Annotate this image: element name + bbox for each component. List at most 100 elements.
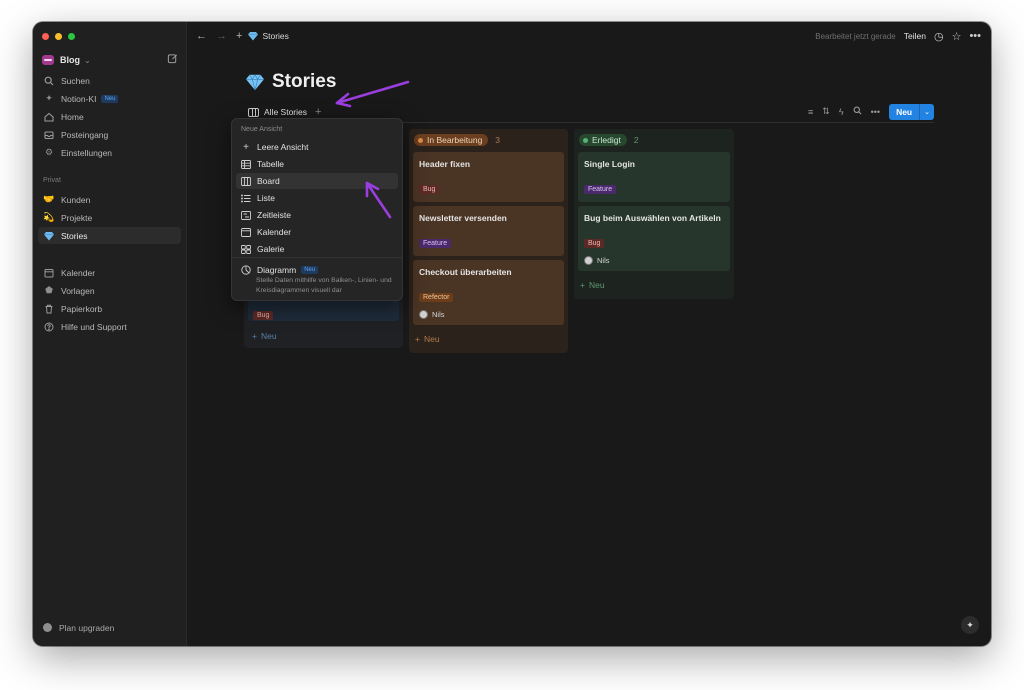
filter-icon[interactable]: ≡ <box>808 107 813 117</box>
menu-divider <box>232 257 402 258</box>
forward-arrow-icon[interactable]: → <box>216 30 227 42</box>
card-title: Bug beim Auswählen von Artikeln <box>584 213 721 223</box>
gear-icon: ⚙ <box>44 147 54 157</box>
status-badge[interactable]: Erledigt <box>579 134 627 146</box>
sidebar-item-label: Suchen <box>61 75 90 86</box>
tag-bug: Bug <box>253 311 274 320</box>
clock-icon[interactable]: ◷ <box>934 30 944 43</box>
zoom-window-button[interactable] <box>68 33 75 40</box>
page-title: Stories <box>246 71 336 93</box>
menu-item-gallery[interactable]: Galerie <box>236 241 398 257</box>
plus-icon: + <box>415 334 420 344</box>
card-title: Checkout überarbeiten <box>419 267 512 277</box>
ai-assistant-button[interactable]: ✦ <box>961 616 979 634</box>
window-controls <box>42 33 75 40</box>
new-entry-button[interactable]: Neu ⌄ <box>889 103 934 120</box>
add-card-button[interactable]: + Neu <box>250 326 279 346</box>
automation-icon[interactable]: ϟ <box>839 107 844 117</box>
workspace-switcher[interactable]: Blog ⌄ <box>42 52 178 68</box>
upgrade-plan-button[interactable]: Plan upgraden <box>38 619 181 636</box>
sort-icon[interactable]: ⇅ <box>822 106 830 117</box>
gem-icon <box>43 230 55 242</box>
menu-item-list[interactable]: Liste <box>236 190 398 206</box>
board-column-done: Erledigt 2 Single Login Feature Bug beim… <box>574 129 734 299</box>
new-page-icon[interactable] <box>167 53 178 64</box>
board-icon <box>241 176 251 186</box>
new-badge: Neu <box>301 266 319 274</box>
sidebar-item-label: Notion-KI <box>61 93 97 104</box>
sidebar-item-label: Home <box>61 111 84 122</box>
comet-icon: 💫 <box>43 212 55 222</box>
add-card-label: Neu <box>588 280 605 290</box>
plus-icon: + <box>580 280 585 290</box>
board-card[interactable]: Newsletter versenden Feature <box>413 206 564 256</box>
board-card[interactable]: Checkout überarbeiten Refector Nils <box>413 260 564 325</box>
sidebar-item-projekte[interactable]: 💫 Projekte <box>38 209 181 226</box>
sidebar-item-inbox[interactable]: Posteingang <box>38 126 181 143</box>
sidebar-item-label: Kalender <box>61 267 96 278</box>
app-window: Blog ⌄ Suchen ✦ Notion-KI Neu Home Poste… <box>33 22 991 646</box>
menu-item-label: Liste <box>257 193 275 203</box>
trash-icon <box>43 303 55 315</box>
menu-item-board[interactable]: Board <box>236 173 398 189</box>
gem-icon <box>248 32 259 41</box>
board-column-in-progress: In Bearbeitung 3 Header fixen Bug Newsle… <box>409 129 568 353</box>
new-badge: Neu <box>101 94 119 103</box>
sidebar-item-settings[interactable]: ⚙ Einstellungen <box>38 144 181 161</box>
new-button-label[interactable]: Neu <box>889 103 920 120</box>
menu-item-table[interactable]: Tabelle <box>236 156 398 172</box>
column-header: Erledigt 2 <box>578 133 730 147</box>
add-card-button[interactable]: + Neu <box>413 329 564 349</box>
column-header: In Bearbeitung 3 <box>413 133 564 147</box>
minimize-window-button[interactable] <box>55 33 62 40</box>
status-label: Erledigt <box>592 135 621 145</box>
star-icon[interactable]: ☆ <box>952 30 962 43</box>
sidebar-item-templates[interactable]: ⬟ Vorlagen <box>38 282 181 299</box>
breadcrumb-label: Stories <box>262 31 289 41</box>
menu-item-calendar[interactable]: Kalender <box>236 224 398 240</box>
home-icon <box>43 111 55 123</box>
menu-item-timeline[interactable]: Zeitleiste <box>236 207 398 223</box>
add-card-button[interactable]: + Neu <box>578 275 730 295</box>
more-icon[interactable]: ••• <box>871 107 880 117</box>
sidebar-item-help[interactable]: Hilfe und Support <box>38 318 181 335</box>
sparkle-icon: ✦ <box>45 93 53 103</box>
sidebar-item-label: Stories <box>61 230 88 241</box>
new-view-menu: Neue Ansicht + Leere Ansicht Tabelle Boa… <box>231 118 403 301</box>
menu-item-empty-view[interactable]: + Leere Ansicht <box>236 139 398 155</box>
search-icon[interactable] <box>853 106 862 117</box>
tag-feature: Feature <box>419 239 452 248</box>
status-badge[interactable]: In Bearbeitung <box>414 134 489 146</box>
new-tab-plus-icon[interactable]: + <box>236 30 242 42</box>
search-icon <box>43 75 55 87</box>
chevron-down-icon[interactable]: ⌄ <box>919 103 934 120</box>
sidebar-item-stories[interactable]: Stories <box>38 227 181 244</box>
back-arrow-icon[interactable]: ← <box>196 30 207 42</box>
tab-alle-stories[interactable]: Alle Stories <box>264 107 307 117</box>
gem-icon <box>246 74 264 91</box>
sidebar-item-trash[interactable]: Papierkorb <box>38 300 181 317</box>
close-window-button[interactable] <box>42 33 49 40</box>
board-card[interactable]: Bug <box>248 299 399 321</box>
sidebar-item-notion-ai[interactable]: ✦ Notion-KI Neu <box>38 90 181 107</box>
more-icon[interactable]: ••• <box>969 30 981 42</box>
section-label-private[interactable]: Privat <box>43 177 61 184</box>
board-card[interactable]: Single Login Feature <box>578 152 730 202</box>
board-card[interactable]: Header fixen Bug <box>413 152 564 202</box>
board-card[interactable]: Bug beim Auswählen von Artikeln Bug Nils <box>578 206 730 271</box>
breadcrumb[interactable]: Stories <box>248 31 289 41</box>
tag-bug: Bug <box>419 185 440 194</box>
sidebar-item-kunden[interactable]: 🤝 Kunden <box>38 191 181 208</box>
menu-item-description: Stelle Daten mithilfe von Balken-, Linie… <box>256 277 392 294</box>
sidebar-item-label: Hilfe und Support <box>61 321 127 332</box>
sidebar-item-search[interactable]: Suchen <box>38 72 181 89</box>
sidebar-item-home[interactable]: Home <box>38 108 181 125</box>
plus-icon: + <box>243 141 249 153</box>
share-button[interactable]: Teilen <box>904 31 926 41</box>
tag-feature: Feature <box>584 185 617 194</box>
chart-icon <box>241 265 251 275</box>
add-view-button[interactable]: + <box>315 106 321 118</box>
edited-status: Bearbeitet jetzt gerade <box>815 31 896 41</box>
chevron-down-icon: ⌄ <box>84 55 91 65</box>
sidebar-item-calendar[interactable]: Kalender <box>38 264 181 281</box>
